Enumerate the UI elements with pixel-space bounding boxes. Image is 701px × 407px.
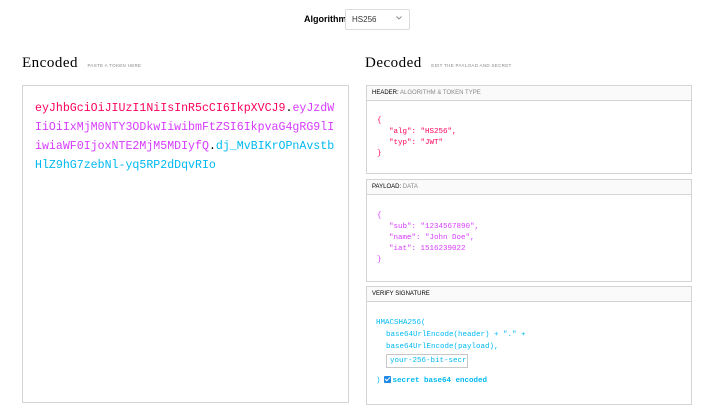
secret-base64-label: secret base64 encoded — [392, 377, 488, 385]
decoded-subtitle: EDIT THE PAYLOAD AND SECRET — [431, 63, 512, 68]
encoded-heading: Encoded PASTE A TOKEN HERE — [22, 54, 141, 72]
signature-fn: HMACSHA256( — [376, 319, 426, 327]
signature-line-payload: base64UrlEncode(payload), — [386, 343, 499, 351]
payload-line-iat: "iat": 1516239022 — [389, 245, 466, 253]
header-close-brace: } — [377, 150, 382, 158]
payload-panel-sublabel: DATA — [402, 184, 418, 190]
algorithm-row: Algorithm HS256 — [0, 9, 701, 31]
secret-base64-checkbox[interactable] — [383, 376, 391, 383]
encoded-token-input[interactable]: eyJhbGciOiJIUzI1NiIsInR5cCI6IkpXVCJ9.eyJ… — [22, 85, 349, 403]
payload-line-sub: "sub": "1234567890", — [389, 223, 480, 231]
algorithm-selected-value: HS256 — [352, 15, 377, 24]
signature-panel-title: VERIFY SIGNATURE — [367, 287, 691, 302]
algorithm-select[interactable]: HS256 — [345, 9, 410, 30]
token-text: eyJhbGciOiJIUzI1NiIsInR5cCI6IkpXVCJ9.eyJ… — [35, 99, 340, 175]
algorithm-label: Algorithm — [304, 14, 347, 24]
header-panel-title: HEADER: ALGORITHM & TOKEN TYPE — [367, 86, 691, 101]
signature-code: HMACSHA256( base64UrlEncode(header) + ".… — [376, 317, 526, 387]
secret-base64-row: ) secret base64 encoded — [376, 375, 526, 387]
header-panel-label: HEADER: — [372, 90, 399, 96]
header-line-typ: "typ": "JWT" — [389, 139, 444, 147]
chevron-down-icon — [396, 16, 402, 20]
payload-panel-label: PAYLOAD: — [372, 184, 402, 190]
payload-json-editor[interactable]: { "sub": "1234567890", "name": "John Doe… — [377, 211, 479, 266]
decoded-heading: Decoded EDIT THE PAYLOAD AND SECRET — [365, 54, 512, 72]
header-json-editor[interactable]: { "alg": "HS256", "typ": "JWT" } — [377, 116, 457, 160]
payload-open-brace: { — [377, 212, 382, 220]
signature-close-paren: ) — [376, 377, 381, 385]
token-dot: . — [208, 140, 216, 153]
payload-line-name: "name": "John Doe", — [389, 234, 475, 242]
signature-line-header: base64UrlEncode(header) + "." + — [386, 331, 526, 339]
encoded-title: Encoded — [22, 55, 78, 71]
encoded-subtitle: PASTE A TOKEN HERE — [87, 63, 142, 68]
decoded-title: Decoded — [365, 55, 422, 71]
signature-panel-label: VERIFY SIGNATURE — [372, 291, 430, 297]
header-line-alg: "alg": "HS256", — [389, 128, 457, 136]
header-open-brace: { — [377, 117, 382, 125]
secret-input[interactable]: your-256-bit-secret — [386, 354, 468, 368]
payload-panel-title: PAYLOAD: DATA — [367, 180, 691, 195]
header-panel-sublabel: ALGORITHM & TOKEN TYPE — [400, 90, 481, 96]
payload-close-brace: } — [377, 256, 382, 264]
token-header-part: eyJhbGciOiJIUzI1NiIsInR5cCI6IkpXVCJ9 — [35, 102, 286, 115]
